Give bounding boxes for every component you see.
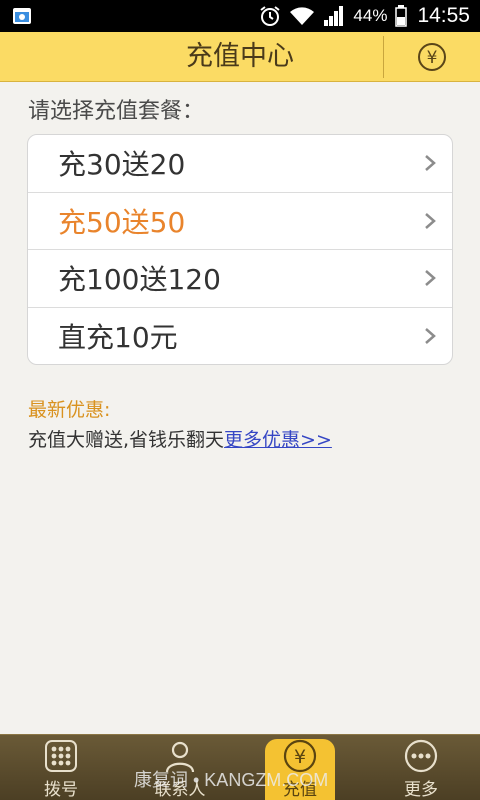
- alarm-icon: [260, 6, 281, 26]
- wifi-icon: [290, 7, 315, 25]
- package-prompt: 请选择充值套餐：: [28, 99, 205, 124]
- clock: 14:55: [417, 4, 470, 27]
- package-option-1[interactable]: 充30送20: [28, 135, 452, 193]
- signal-icon: [324, 6, 344, 26]
- promo-title: 最新优惠:: [28, 399, 111, 421]
- nav-tab-dialer[interactable]: 拨号: [11, 735, 111, 800]
- more-offers-link[interactable]: 更多优惠>>: [224, 429, 332, 451]
- package-option-4[interactable]: 直充10元: [28, 308, 452, 365]
- app-notification-icon: [13, 8, 31, 24]
- battery-percent: 44%: [353, 6, 388, 25]
- header-bar: 充值中心 ¥: [0, 32, 480, 82]
- status-bar: 44% 14:55: [0, 0, 480, 32]
- nav-tab-more[interactable]: 更多: [371, 735, 471, 800]
- package-label: 直充10元: [58, 321, 178, 355]
- svg-text:¥: ¥: [294, 746, 306, 768]
- promo-line: 充值大赠送,省钱乐翻天更多优惠>>: [28, 425, 332, 452]
- package-list: 充30送20 充50送50 充100送120 直充10元: [27, 134, 453, 365]
- nav-label: 更多: [404, 780, 438, 800]
- yuan-icon: ¥: [418, 43, 446, 71]
- chevron-right-icon: [425, 328, 436, 345]
- svg-text:¥: ¥: [427, 48, 438, 68]
- package-label: 充30送20: [58, 148, 186, 182]
- recharge-header-button[interactable]: ¥: [384, 32, 480, 82]
- package-label: 充100送120: [58, 263, 221, 297]
- package-label: 充50送50: [58, 205, 186, 239]
- chevron-right-icon: [425, 155, 436, 172]
- nav-label: 拨号: [44, 780, 78, 800]
- package-option-3[interactable]: 充100送120: [28, 250, 452, 308]
- dialpad-icon: [45, 740, 77, 772]
- chevron-right-icon: [425, 212, 436, 229]
- watermark: 康复词 • KANGZM.COM: [134, 770, 329, 790]
- package-option-2[interactable]: 充50送50: [28, 193, 452, 250]
- promo-text: 充值大赠送,省钱乐翻天: [28, 429, 225, 451]
- chevron-right-icon: [425, 270, 436, 287]
- more-icon: [404, 739, 438, 773]
- battery-icon: [395, 5, 408, 27]
